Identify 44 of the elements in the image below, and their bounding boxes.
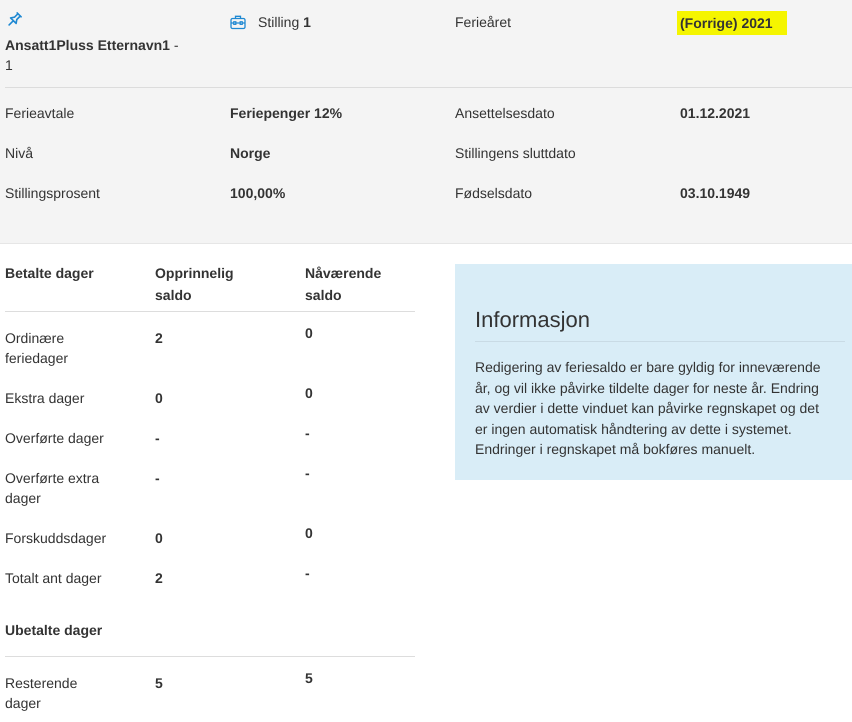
row-label: Resterende dager xyxy=(5,674,78,713)
detail-label: Fødselsdato xyxy=(455,184,534,203)
original-balance: 2 xyxy=(155,569,163,588)
current-balance: 0 xyxy=(305,524,313,543)
current-balance: 5 xyxy=(305,669,313,688)
detail-value: Norge xyxy=(230,144,272,163)
current-balance: 0 xyxy=(305,324,313,343)
row-label: Forskuddsdager xyxy=(5,529,108,548)
row-label: Totalt ant dager xyxy=(5,569,103,588)
employee-name: Ansatt1Pluss Etternavn1 - 1 xyxy=(5,36,180,75)
pin-icon[interactable] xyxy=(7,12,22,27)
column-header: Opprinnelig saldo xyxy=(155,264,235,305)
holiday-year-label: Ferieåret xyxy=(455,14,512,30)
detail-value: 03.10.1949 xyxy=(680,184,752,203)
current-balance: - xyxy=(305,564,310,583)
position-label: Stilling 1 xyxy=(258,13,311,32)
detail-label: Ferieavtale xyxy=(5,104,76,123)
current-balance: - xyxy=(305,424,310,443)
detail-value: 01.12.2021 xyxy=(680,104,752,123)
detail-label: Ansettelsesdato xyxy=(455,104,556,123)
original-balance: 5 xyxy=(155,674,163,693)
row-label: Overførte dager xyxy=(5,429,105,448)
briefcase-icon xyxy=(230,15,246,30)
detail-value: Feriepenger 12% xyxy=(230,104,344,123)
current-balance: 0 xyxy=(305,384,313,403)
holiday-year-value: (Forrige) 2021 xyxy=(677,11,787,35)
current-balance: - xyxy=(305,464,310,483)
original-balance: 2 xyxy=(155,329,163,348)
row-label: Ordinære feriedager xyxy=(5,329,70,368)
row-label: Overførte extra dager xyxy=(5,469,100,508)
column-header: Nåværende saldo xyxy=(305,264,382,305)
detail-value: 100,00% xyxy=(230,184,286,203)
section-heading: Ubetalte dager xyxy=(5,621,104,640)
original-balance: - xyxy=(155,429,160,448)
detail-label: Nivå xyxy=(5,144,34,163)
original-balance: 0 xyxy=(155,529,163,548)
detail-label: Stillingsprosent xyxy=(5,184,101,203)
detail-label: Stillingens sluttdato xyxy=(455,144,577,163)
section-heading: Betalte dager xyxy=(5,264,95,283)
original-balance: 0 xyxy=(155,389,163,408)
info-title: Informasjon xyxy=(475,306,845,342)
info-text: Redigering av feriesaldo er bare gyldig for inneværende år, og vil ikke påvirke tildelte dager for neste år. Endring av verdier i dette vinduet kan påvirke regnskapet og det er ingen automatisk håndtering av dette i systemet. Endringer i regnskapet må bokføres manuelt. xyxy=(475,358,822,459)
original-balance: - xyxy=(155,469,160,488)
row-label: Ekstra dager xyxy=(5,389,86,408)
